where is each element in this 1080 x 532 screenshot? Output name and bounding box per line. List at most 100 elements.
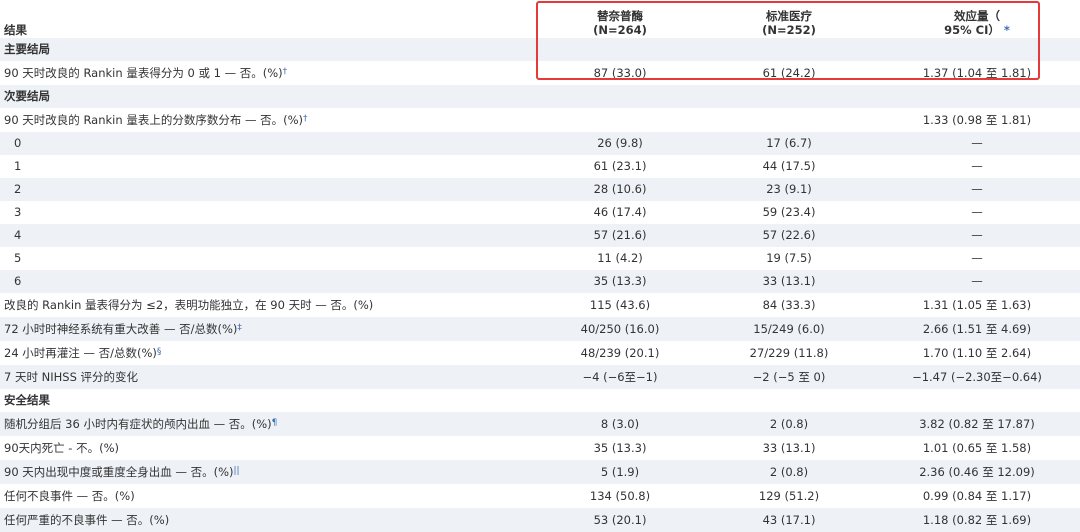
outcome-label-text: 90天内死亡 - 不。(%)	[4, 441, 119, 455]
effect-size-value: 2.66 (1.51 至 4.69)	[874, 317, 1080, 341]
tenecteplase-value: 5 (1.9)	[536, 460, 704, 484]
standard-care-value: 15/249 (6.0)	[704, 317, 874, 341]
tenecteplase-value: −4 (−6至−1)	[536, 365, 704, 389]
outcome-label-text: 72 小时时神经系统有重大改善 — 否/总数(%)	[4, 322, 238, 336]
footnote-mark: §	[156, 347, 162, 357]
standard-care-label: 标准医疗	[766, 9, 812, 23]
mrs-score-row: 3 46 (17.4) 59 (23.4) —	[0, 201, 1080, 224]
tenecteplase-value: 48/239 (20.1)	[580, 345, 660, 360]
effect-size-value: 1.18 (0.82 至 1.69)	[874, 508, 1080, 532]
standard-care-value: 2 (0.8)	[704, 412, 874, 436]
standard-care-value: 43 (17.1)	[704, 508, 874, 532]
standard-care-value: 33 (13.1)	[762, 440, 816, 455]
table-body: 主要结局 90 天时改良的 Rankin 量表得分为 0 或 1 — 否。(%)†…	[0, 38, 1080, 532]
tenecteplase-value: 61 (23.1)	[593, 159, 647, 173]
effect-size-value: —	[874, 178, 1080, 201]
section-heading: 安全结果	[4, 393, 50, 407]
footnote-mark: ¶	[271, 418, 278, 428]
tenecteplase-column-header: 替奈普酶 (N=264)	[536, 0, 704, 38]
outcome-label-text: 90 天时改良的 Rankin 量表上的分数序数分布 — 否。(%)	[4, 113, 304, 127]
effect-size-value: —	[971, 205, 983, 219]
outcome-label-text: 任何严重的不良事件 — 否。(%)	[4, 513, 170, 527]
effect-size-value: 3.82 (0.82 至 17.87)	[874, 412, 1080, 436]
mrs-score-row: 2 28 (10.6) 23 (9.1) —	[0, 178, 1080, 201]
tenecteplase-value	[536, 108, 704, 132]
tenecteplase-value: 53 (20.1)	[536, 508, 704, 532]
outcome-label-text: 24 小时再灌注 — 否/总数(%)	[4, 346, 157, 360]
safety-outcome-row: 随机分组后 36 小时内有症状的颅内出血 — 否。(%)¶ 8 (3.0) 2 (0…	[0, 412, 1080, 436]
standard-care-value: 59 (23.4)	[762, 205, 816, 219]
tenecteplase-value: 57 (21.6)	[536, 224, 704, 247]
outcome-label-text: 7 天时 NIHSS 评分的变化	[4, 370, 139, 384]
effect-size-value: —	[874, 132, 1080, 155]
tenecteplase-value: 134 (50.8)	[589, 488, 651, 503]
standard-care-value: 57 (22.6)	[704, 224, 874, 247]
mrs-score-row: 1 61 (23.1) 44 (17.5) —	[0, 155, 1080, 178]
safety-outcome-row: 任何严重的不良事件 — 否。(%) 53 (20.1) 43 (17.1) 1.18 …	[0, 508, 1080, 532]
outcome-label-text: 90 天时改良的 Rankin 量表得分为 0 或 1 — 否。(%)	[4, 66, 283, 80]
outcome-label: 24 小时再灌注 — 否/总数(%)§	[0, 341, 536, 365]
safety-outcome-row: 90 天内出现中度或重度全身出血 — 否。(%)|| 5 (1.9) 2 (0.8)…	[0, 460, 1080, 484]
effect-size-value: 0.99 (0.84 至 1.17)	[922, 488, 1032, 503]
secondary-outcome-row: 7 天时 NIHSS 评分的变化 −4 (−6至−1) −2 (−5 至 0) −1.…	[0, 365, 1080, 389]
secondary-outcome-row: 72 小时时神经系统有重大改善 — 否/总数(%)‡ 40/250 (16.0) 1…	[0, 317, 1080, 341]
outcome-label-text: 改良的 Rankin 量表得分为 ≤2，表明功能独立，在 90 天时 — 否。(…	[4, 298, 374, 312]
tenecteplase-value: 28 (10.6)	[536, 178, 704, 201]
standard-care-value: 2 (0.8)	[704, 460, 874, 484]
tenecteplase-value: 35 (13.3)	[593, 440, 647, 455]
safety-outcome-row: 任何不良事件 — 否。(%) 134 (50.8) 129 (51.2) 0.99 (…	[0, 484, 1080, 508]
score-label: 0	[0, 132, 536, 155]
tenecteplase-value: 46 (17.4)	[593, 205, 647, 219]
mrs-score-row: 4 57 (21.6) 57 (22.6) —	[0, 224, 1080, 247]
outcome-label: 90天内死亡 - 不。(%)	[0, 436, 536, 460]
score-label: 1	[14, 159, 22, 173]
effect-size-label: 效应量（	[954, 9, 1000, 23]
mrs-score-row: 0 26 (9.8) 17 (6.7) —	[0, 132, 1080, 155]
effect-size-value: —	[874, 270, 1080, 293]
footnote-mark: †	[282, 67, 288, 77]
outcome-label-text: 随机分组后 36 小时内有症状的颅内出血 — 否。(%)	[4, 417, 272, 431]
effect-size-value: —	[971, 251, 983, 265]
tenecteplase-label: 替奈普酶	[597, 9, 643, 23]
score-label: 2	[0, 178, 536, 201]
tenecteplase-n: (N=264)	[593, 23, 647, 37]
effect-size-value: 1.33 (0.98 至 1.81)	[922, 112, 1032, 127]
effect-size-value: —	[971, 159, 983, 173]
mrs-score-row: 5 11 (4.2) 19 (7.5) —	[0, 247, 1080, 270]
standard-care-value: 19 (7.5)	[766, 251, 812, 265]
standard-care-value: 23 (9.1)	[704, 178, 874, 201]
effect-size-value: 1.31 (1.05 至 1.63)	[922, 297, 1032, 312]
outcome-label: 任何不良事件 — 否。(%)	[0, 484, 536, 508]
score-label: 6	[0, 270, 536, 293]
outcome-label: 任何严重的不良事件 — 否。(%)	[0, 508, 536, 532]
effect-size-value: −1.47 (−2.30至−0.64)	[874, 365, 1080, 389]
primary-outcome-row: 90 天时改良的 Rankin 量表得分为 0 或 1 — 否。(%)† 87 (…	[0, 61, 1080, 85]
outcome-label-text: 90 天内出现中度或重度全身出血 — 否。(%)	[4, 465, 234, 479]
footnote-mark: ‡	[237, 323, 242, 333]
safety-outcome-row: 90天内死亡 - 不。(%) 35 (13.3) 33 (13.1) 1.01 (0.…	[0, 436, 1080, 460]
standard-care-value	[704, 108, 874, 132]
section-safety-outcome: 安全结果	[0, 389, 1080, 412]
score-label: 5	[14, 251, 22, 265]
standard-care-value: 44 (17.5)	[762, 159, 816, 173]
effect-size-footnote-mark: *	[1003, 23, 1010, 37]
section-primary-outcome: 主要结局	[0, 38, 1080, 61]
standard-care-n: (N=252)	[762, 23, 816, 37]
effect-size-value: 1.37 (1.04 至 1.81)	[922, 65, 1032, 80]
results-table: 结果 替奈普酶 (N=264) 标准医疗 (N=252) 效应量（ 95% CI…	[0, 0, 1080, 532]
standard-care-value: 129 (51.2)	[758, 488, 820, 503]
outcome-label: 90 天时改良的 Rankin 量表上的分数序数分布 — 否。(%)†	[0, 108, 536, 132]
standard-care-column-header: 标准医疗 (N=252)	[704, 0, 874, 38]
tenecteplase-value: 11 (4.2)	[597, 251, 643, 265]
table-header: 结果 替奈普酶 (N=264) 标准医疗 (N=252) 效应量（ 95% CI…	[0, 0, 1080, 38]
outcome-label: 90 天时改良的 Rankin 量表得分为 0 或 1 — 否。(%)†	[0, 61, 536, 85]
standard-care-value: 27/229 (11.8)	[749, 345, 829, 360]
outcome-label: 72 小时时神经系统有重大改善 — 否/总数(%)‡	[0, 317, 536, 341]
standard-care-value: 61 (24.2)	[762, 65, 816, 80]
outcome-label: 90 天内出现中度或重度全身出血 — 否。(%)||	[0, 460, 536, 484]
results-table-view: 结果 替奈普酶 (N=264) 标准医疗 (N=252) 效应量（ 95% CI…	[0, 0, 1080, 532]
section-secondary-outcome: 次要结局	[0, 85, 1080, 108]
outcome-label: 7 天时 NIHSS 评分的变化	[0, 365, 536, 389]
effect-size-value: —	[874, 224, 1080, 247]
footnote-mark: ||	[233, 466, 240, 476]
